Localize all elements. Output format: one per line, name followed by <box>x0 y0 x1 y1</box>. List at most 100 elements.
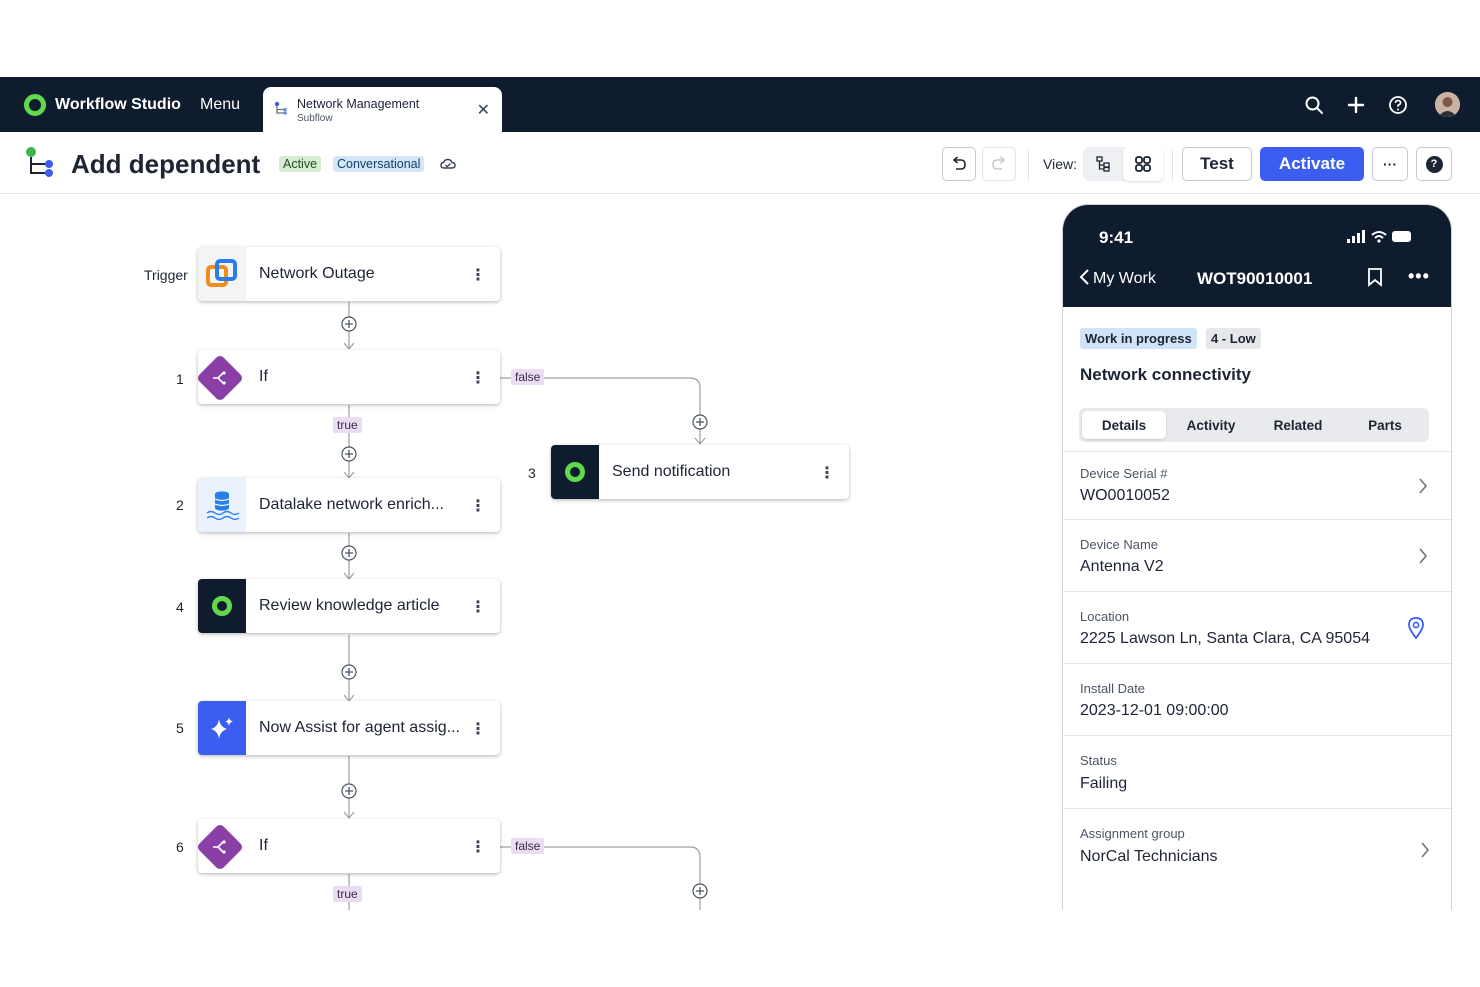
bookmark-icon[interactable] <box>1367 267 1383 287</box>
record-tabs: Details Activity Related Parts <box>1079 408 1429 442</box>
status-badge-active: Active <box>279 156 322 172</box>
help-button[interactable]: ? <box>1416 147 1452 181</box>
step-number: 6 <box>176 839 184 855</box>
tab-related[interactable]: Related <box>1256 411 1340 439</box>
node-label: Datalake network enrich... <box>259 496 444 513</box>
step-number: 4 <box>176 599 184 615</box>
node-label: Network Outage <box>259 265 375 282</box>
tree-view-button[interactable] <box>1083 147 1123 181</box>
status-bar-icons <box>1347 230 1411 243</box>
trigger-label: Trigger <box>144 267 188 283</box>
page-title: Add dependent <box>71 149 261 179</box>
plus-icon[interactable] <box>1345 94 1367 116</box>
back-button[interactable]: My Work <box>1079 269 1156 288</box>
record-heading: Network connectivity <box>1080 365 1251 384</box>
cloud-icon[interactable] <box>440 157 456 171</box>
page-header: Add dependent Active Conversational View… <box>0 132 1480 194</box>
flow-step-if-6[interactable]: If ⋮ <box>195 819 500 873</box>
tab-subtitle: Subflow <box>297 113 333 124</box>
field-label: Assignment group <box>1080 826 1185 841</box>
divider <box>1063 735 1451 736</box>
step-number: 3 <box>528 465 536 481</box>
field-value: WO0010052 <box>1080 487 1170 504</box>
node-more-icon[interactable]: ⋮ <box>470 837 486 857</box>
undo-icon <box>952 156 966 170</box>
node-label: If <box>259 837 268 854</box>
if-branch-icon <box>195 353 245 403</box>
help-circle-icon[interactable] <box>1387 94 1409 116</box>
tab-details[interactable]: Details <box>1082 411 1166 439</box>
status-badge-conversational: Conversational <box>333 156 425 172</box>
field-label: Location <box>1080 609 1130 624</box>
priority-badge: 4 - Low <box>1206 328 1261 349</box>
trigger-node[interactable]: Network Outage ⋮ <box>198 247 500 301</box>
flow-icon <box>26 147 53 177</box>
flow-step-now-assist[interactable]: Now Assist for agent assig... ⋮ <box>198 701 500 755</box>
flow-step-review-knowledge[interactable]: Review knowledge article ⋮ <box>198 579 500 633</box>
field-value: NorCal Technicians <box>1080 848 1218 865</box>
view-label: View: <box>1043 156 1077 172</box>
field-label: Device Name <box>1080 537 1159 552</box>
node-label: Review knowledge article <box>259 597 440 614</box>
back-label: My Work <box>1093 270 1156 287</box>
flow-step-datalake[interactable]: Datalake network enrich... ⋮ <box>198 478 500 532</box>
mobile-header: 9:41 My Work WOT90010001 ••• <box>1063 205 1451 307</box>
node-more-icon[interactable]: ⋮ <box>819 463 835 483</box>
toolbar-divider <box>1028 150 1029 180</box>
grid-view-icon <box>1135 156 1151 172</box>
app-name: Workflow Studio <box>55 96 181 113</box>
node-more-icon[interactable]: ⋮ <box>470 265 486 285</box>
tab-parts[interactable]: Parts <box>1343 411 1427 439</box>
activate-button[interactable]: Activate <box>1260 147 1364 181</box>
tab-activity[interactable]: Activity <box>1169 411 1253 439</box>
toolbar-divider <box>1172 150 1173 180</box>
true-branch-tag: true <box>333 417 362 433</box>
field-value: Antenna V2 <box>1080 558 1164 575</box>
tree-view-icon <box>1096 156 1110 172</box>
chevron-right-icon <box>1419 478 1428 494</box>
step-number: 2 <box>176 497 184 513</box>
view-switcher <box>1083 147 1163 181</box>
menu-button[interactable]: Menu <box>200 96 240 114</box>
field-label: Device Serial # <box>1080 466 1168 481</box>
tab-network-management[interactable]: Network Management Subflow ✕ <box>263 87 502 132</box>
more-options-icon[interactable]: ••• <box>1408 266 1430 287</box>
sparkle-icon <box>198 701 246 755</box>
flow-connectors <box>341 302 708 910</box>
node-more-icon[interactable]: ⋮ <box>470 496 486 516</box>
more-actions-button[interactable]: ··· <box>1372 147 1408 181</box>
redo-icon <box>992 156 1006 170</box>
divider <box>1063 808 1451 809</box>
step-number: 1 <box>176 371 184 387</box>
node-more-icon[interactable]: ⋮ <box>470 597 486 617</box>
redo-button[interactable] <box>982 147 1016 181</box>
top-nav: Workflow Studio Menu Network Management … <box>0 77 1480 132</box>
false-branch-tag: false <box>511 369 545 385</box>
avatar[interactable] <box>1435 92 1460 117</box>
user-avatar-icon <box>1435 92 1460 117</box>
status-time: 9:41 <box>1099 228 1134 247</box>
node-more-icon[interactable]: ⋮ <box>470 719 486 739</box>
test-button[interactable]: Test <box>1182 147 1252 181</box>
flow-canvas: Trigger Network Outage ⋮ 1 If ⋮ false tr… <box>0 195 1060 910</box>
node-label: Now Assist for agent assig... <box>259 719 460 736</box>
flow-step-send-notification[interactable]: Send notification ⋮ <box>551 445 849 499</box>
search-icon[interactable] <box>1303 94 1325 116</box>
flow-step-if-1[interactable]: If ⋮ <box>195 350 500 404</box>
location-pin-icon[interactable] <box>1407 616 1425 640</box>
state-badge: Work in progress <box>1080 328 1197 349</box>
true-branch-tag: true <box>333 886 362 902</box>
chevron-right-icon <box>1419 548 1428 564</box>
brand-action-icon <box>551 445 599 499</box>
tab-title: Network Management <box>297 97 420 111</box>
field-label: Status <box>1080 753 1117 768</box>
field-value: Failing <box>1080 775 1128 792</box>
tab-close-icon[interactable]: ✕ <box>477 100 490 120</box>
datalake-icon <box>198 478 246 532</box>
undo-button[interactable] <box>942 147 976 181</box>
mobile-preview: 9:41 My Work WOT90010001 ••• Work in pro… <box>1062 204 1452 910</box>
node-more-icon[interactable]: ⋮ <box>470 368 486 388</box>
divider <box>1063 519 1451 520</box>
field-label: Install Date <box>1080 681 1146 696</box>
grid-view-button[interactable] <box>1123 147 1163 181</box>
